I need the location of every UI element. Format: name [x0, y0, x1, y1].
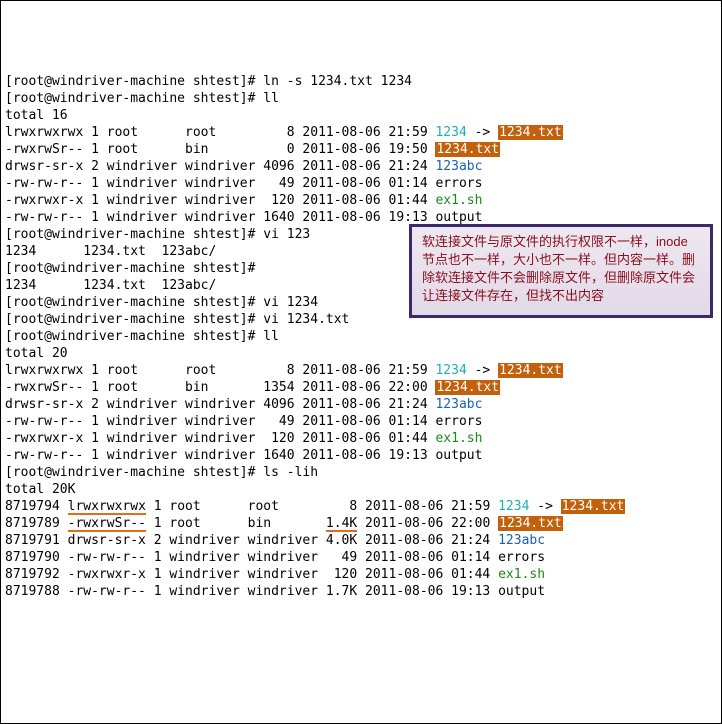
file-1234txt-b: 1234.txt [435, 380, 500, 395]
file-ex1: ex1.sh [435, 193, 482, 208]
row3-ex1: 8719792 -rwxrwxr-x 1 windriver windriver… [5, 567, 498, 582]
row3-out: 8719788 -rw-rw-r-- 1 windriver windriver… [5, 584, 545, 599]
file-ex1-b: ex1.sh [435, 431, 482, 446]
file-1234-target-b: 1234.txt [498, 363, 563, 378]
cmd-ll: ll [263, 91, 279, 106]
file-ex1-c: ex1.sh [498, 567, 545, 582]
row3-err: 8719790 -rw-rw-r-- 1 windriver windriver… [5, 550, 545, 565]
row3-link-ino: 8719794 [5, 499, 68, 514]
row3-txt-rest2: 2011-08-06 22:00 [357, 516, 498, 531]
file-1234: 1234 [435, 125, 466, 140]
row3-link-rest: 1 root root 8 2011-08-06 21:59 [146, 499, 498, 514]
prompt: [root@windriver-machine shtest]# [5, 91, 255, 106]
prompt: [root@windriver-machine shtest]# [5, 261, 255, 276]
prompt: [root@windriver-machine shtest]# [5, 227, 255, 242]
row2-err: -rw-rw-r-- 1 windriver windriver 49 2011… [5, 414, 482, 429]
prompt: [root@windriver-machine shtest]# [5, 295, 255, 310]
file-1234-c: 1234 [498, 499, 529, 514]
row2-txt: -rwxrwSr-- 1 root bin 1354 2011-08-06 22… [5, 380, 435, 395]
note-text: 软连接文件与原文件的执行权限不一样，inode节点也不一样，大小也不一样。但内容… [422, 234, 695, 303]
terminal-window: [root@windriver-machine shtest]# ln -s 1… [5, 56, 717, 651]
terminal-output[interactable]: [root@windriver-machine shtest]# ln -s 1… [5, 73, 717, 600]
cmd-vi1234: vi 1234 [263, 295, 318, 310]
arrow: -> [467, 363, 498, 378]
perm-underline1: lrwxrwxrwx [68, 500, 146, 515]
ls-short1: 1234 1234.txt 123abc/ [5, 244, 216, 259]
file-1234-b: 1234 [435, 363, 466, 378]
row2-out: -rw-rw-r-- 1 windriver windriver 1640 20… [5, 448, 482, 463]
file-1234txt-c: 1234.txt [498, 516, 563, 531]
cmd-vi1234txt: vi 1234.txt [263, 312, 349, 327]
annotation-note: 软连接文件与原文件的执行权限不一样，inode节点也不一样，大小也不一样。但内容… [409, 224, 713, 318]
row-ex1: -rwxrwxr-x 1 windriver windriver 120 201… [5, 193, 435, 208]
row2-ex1: -rwxrwxr-x 1 windriver windriver 120 201… [5, 431, 435, 446]
row2-link: lrwxrwxrwx 1 root root 8 2011-08-06 21:5… [5, 363, 435, 378]
ls-short2: 1234 1234.txt 123abc/ [5, 278, 216, 293]
prompt: [root@windriver-machine shtest]# [5, 329, 255, 344]
file-1234-target: 1234.txt [498, 125, 563, 140]
perm-underline2: -rwxrwSr-- [68, 517, 146, 532]
prompt: [root@windriver-machine shtest]# [5, 74, 255, 89]
row2-dir: drwsr-sr-x 2 windriver windriver 4096 20… [5, 397, 435, 412]
dir-123abc: 123abc [435, 159, 482, 174]
arrow: -> [529, 499, 560, 514]
arrow: -> [467, 125, 498, 140]
row-dir: drwsr-sr-x 2 windriver windriver 4096 20… [5, 159, 435, 174]
row-err: -rw-rw-r-- 1 windriver windriver 49 2011… [5, 176, 482, 191]
prompt: [root@windriver-machine shtest]# [5, 465, 255, 480]
file-1234txt: 1234.txt [435, 142, 500, 157]
row3-txt-mid: 1 root bin [146, 516, 326, 531]
total-line: total 16 [5, 108, 68, 123]
row3-dir: 8719791 drwsr-sr-x 2 windriver windriver… [5, 533, 498, 548]
size-underline: 1.4K [326, 517, 357, 532]
prompt: [root@windriver-machine shtest]# [5, 312, 255, 327]
row-link: lrwxrwxrwx 1 root root 8 2011-08-06 21:5… [5, 125, 435, 140]
row-out: -rw-rw-r-- 1 windriver windriver 1640 20… [5, 210, 482, 225]
total-line2: total 20 [5, 346, 68, 361]
total-line3: total 20K [5, 482, 75, 497]
row-txt: -rwxrwSr-- 1 root bin 0 2011-08-06 19:50 [5, 142, 435, 157]
cmd-ll2: ll [263, 329, 279, 344]
dir-123abc-c: 123abc [498, 533, 545, 548]
cmd-vi123: vi 123 [263, 227, 310, 242]
dir-123abc-b: 123abc [435, 397, 482, 412]
cmd-lslih: ls -lih [263, 465, 318, 480]
file-1234-target-c: 1234.txt [561, 499, 626, 514]
row3-txt-ino: 8719789 [5, 516, 68, 531]
cmd-ln: ln -s 1234.txt 1234 [263, 74, 412, 89]
